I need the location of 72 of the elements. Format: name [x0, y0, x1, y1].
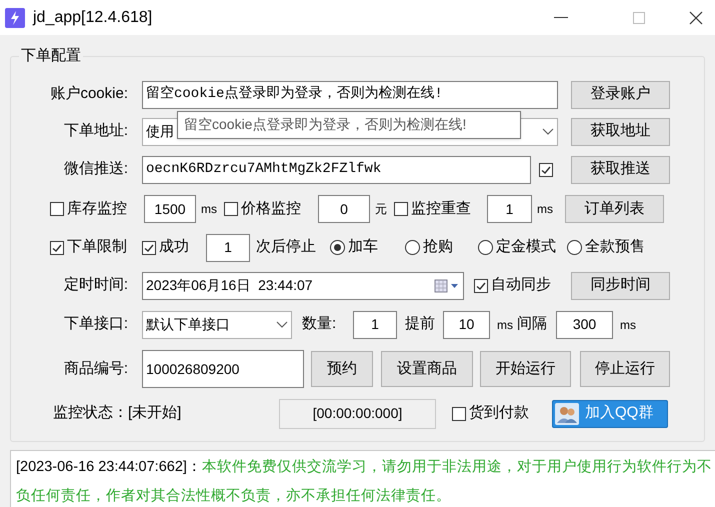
checkbox[interactable] — [394, 202, 408, 216]
field-label: 下单接口: — [62, 314, 128, 334]
get-push-button[interactable]: 获取推送 — [571, 156, 670, 184]
tooltip: 留空cookie点登录即为登录，否则为检测在线! — [177, 110, 521, 138]
field-label: 账户cookie: — [49, 84, 128, 104]
field-label: 微信推送: — [62, 159, 128, 180]
cookie-field[interactable]: 留空cookie点登录即为登录，否则为检测在线! — [142, 80, 558, 108]
count-field[interactable]: 1 — [206, 234, 250, 262]
stop-after-label: 次后停止 — [256, 237, 317, 258]
unit-label: ms — [497, 316, 513, 334]
number-field[interactable]: 10 — [443, 310, 490, 338]
monitor-status: 监控状态：[未开始] — [53, 403, 182, 424]
people-icon — [555, 402, 579, 424]
checkbox[interactable] — [539, 162, 553, 176]
field-label: 数量: — [302, 314, 338, 334]
calendar-icon[interactable] — [434, 278, 460, 292]
checkbox[interactable] — [50, 240, 64, 254]
radio-button[interactable] — [478, 240, 493, 255]
checkbox[interactable] — [142, 240, 156, 254]
checkbox-label: 下单限制 — [67, 237, 127, 258]
field-label: 商品编号: — [62, 358, 128, 379]
number-field[interactable]: 1 — [487, 195, 532, 223]
checkbox-label: 价格监控 — [241, 198, 301, 219]
window-title: jd_app[12.4.618] — [33, 8, 152, 28]
chevron-down-icon — [276, 320, 288, 328]
group-title: 下单配置 — [20, 46, 82, 66]
number-field[interactable]: 300 — [556, 310, 613, 338]
checkbox-label: 货到付款 — [469, 403, 529, 424]
datetime-field[interactable]: 2023年06月16日 23:44:07 — [142, 272, 464, 300]
checkbox-label: 监控重查 — [411, 198, 471, 219]
radio-label: 定金模式 — [496, 237, 556, 258]
action-button[interactable]: 停止运行 — [580, 351, 670, 387]
order-list-button[interactable]: 订单列表 — [565, 195, 664, 223]
checkbox[interactable] — [50, 202, 64, 216]
unit-label: ms — [620, 316, 636, 334]
radio-label: 加车 — [348, 237, 378, 258]
checkbox-label: 成功 — [159, 237, 189, 258]
chevron-down-icon — [542, 128, 554, 136]
number-field[interactable]: 0 — [318, 195, 370, 223]
sync-time-button[interactable]: 同步时间 — [571, 272, 670, 300]
product-id-field[interactable]: 100026809200 — [142, 350, 304, 388]
unit-label: 元 — [375, 202, 387, 216]
close-icon[interactable] — [689, 10, 703, 24]
action-button[interactable]: 设置商品 — [381, 351, 473, 387]
checkbox-label: 自动同步 — [491, 275, 551, 296]
countdown-display: [00:00:00:000] — [279, 398, 436, 428]
radio-button[interactable] — [567, 240, 582, 255]
radio-button[interactable] — [405, 240, 420, 255]
get-address-button[interactable]: 获取地址 — [571, 118, 670, 146]
number-field[interactable]: 1 — [353, 310, 397, 338]
app-icon — [5, 8, 25, 28]
field-label: 下单地址: — [62, 121, 128, 142]
wechat-field[interactable]: oecnK6RDzrcu7AMhtMgZk2FZlfwk — [142, 156, 531, 184]
log-message: [2023-06-16 23:44:07:662]：本软件免费仅供交流学习，请勿用于非法用途，对于用户使用行为软件行为不负任何责任，作者对其合法性概不负责，亦不承担任何法律责任。 — [16, 458, 713, 506]
field-label: 提前 — [405, 314, 436, 334]
field-label: 间隔 — [517, 314, 548, 334]
action-button[interactable]: 开始运行 — [480, 351, 571, 387]
field-label: 定时时间: — [62, 275, 128, 296]
action-button[interactable]: 预约 — [311, 351, 373, 387]
minimize-icon[interactable] — [554, 16, 568, 18]
unit-label: ms — [201, 202, 217, 216]
radio-label: 全款预售 — [585, 237, 645, 258]
unit-label: ms — [537, 202, 553, 216]
checkbox[interactable] — [224, 202, 238, 216]
checkbox-label: 库存监控 — [67, 198, 127, 219]
radio-label: 抢购 — [423, 237, 453, 258]
interface-dropdown[interactable]: 默认下单接口 — [142, 310, 292, 338]
login-button[interactable]: 登录账户 — [571, 80, 670, 108]
checkbox[interactable] — [474, 278, 488, 292]
number-field[interactable]: 1500 — [144, 195, 196, 223]
checkbox[interactable] — [452, 406, 466, 420]
radio-button[interactable] — [330, 240, 345, 255]
